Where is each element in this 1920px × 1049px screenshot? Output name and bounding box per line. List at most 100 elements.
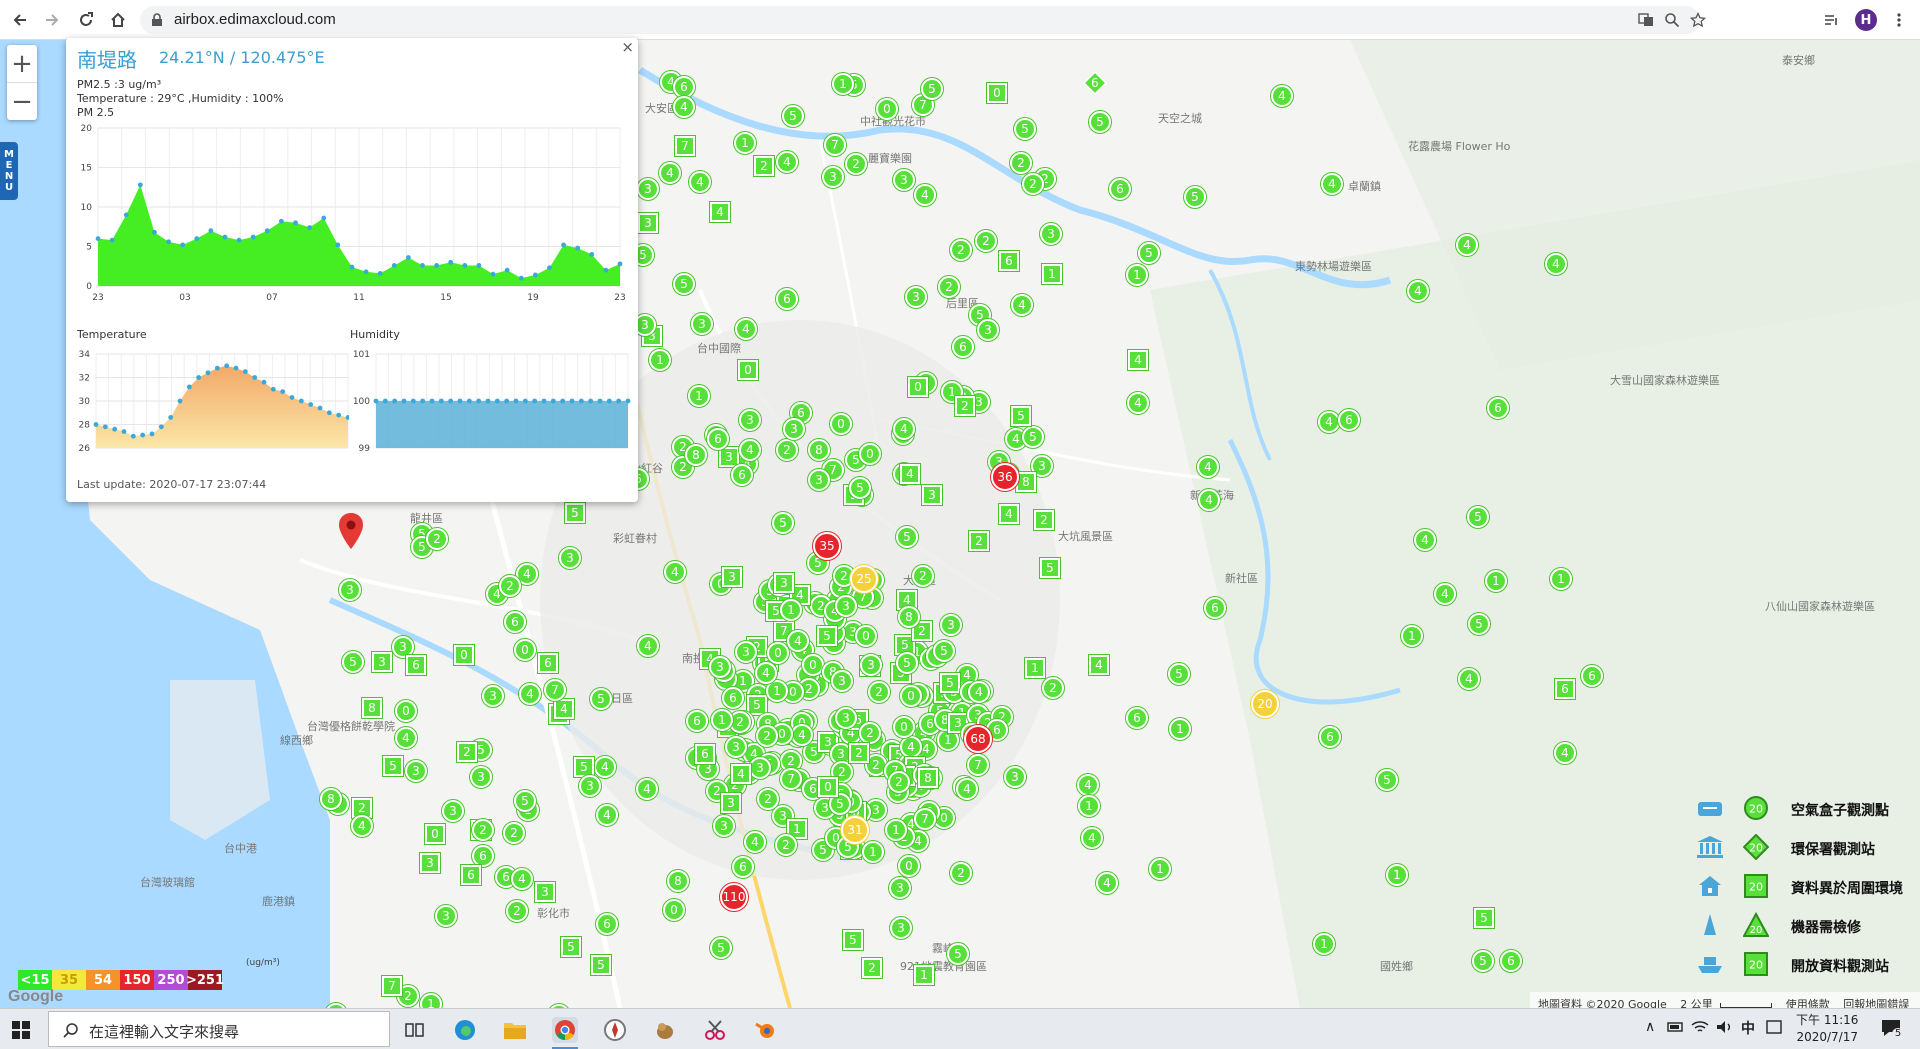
airbox-marker[interactable]: 3	[372, 652, 392, 672]
airbox-marker-high[interactable]: 110	[720, 883, 748, 911]
airbox-marker[interactable]: 7	[967, 754, 989, 776]
airbox-marker[interactable]: 4	[519, 683, 541, 705]
airbox-marker[interactable]: 6	[686, 710, 708, 732]
zoom-out-button[interactable]: −	[7, 83, 37, 120]
airbox-marker[interactable]: 4	[594, 756, 616, 778]
battery-icon[interactable]	[1667, 1019, 1685, 1035]
airbox-marker[interactable]: 4	[1458, 668, 1480, 690]
airbox-marker[interactable]: 5	[1040, 558, 1060, 578]
app-compass-icon[interactable]	[602, 1017, 628, 1043]
airbox-marker[interactable]: 2	[859, 722, 881, 744]
airbox-marker[interactable]: 3	[735, 641, 757, 663]
airbox-marker[interactable]: 5	[342, 651, 364, 673]
airbox-marker[interactable]: 4	[791, 724, 813, 746]
airbox-marker[interactable]: 1	[1126, 264, 1148, 286]
airbox-marker[interactable]: 4	[664, 561, 686, 583]
bookmark-star-icon[interactable]	[1690, 12, 1706, 28]
airbox-marker[interactable]: 5	[1474, 908, 1494, 928]
airbox-marker[interactable]: 2	[499, 575, 521, 597]
airbox-marker[interactable]: 8	[667, 870, 689, 892]
selected-station-marker[interactable]: 3	[339, 579, 361, 601]
airbox-marker[interactable]: 4	[351, 815, 373, 837]
airbox-marker[interactable]: 3	[835, 595, 857, 617]
translate-icon[interactable]	[1638, 12, 1654, 28]
airbox-marker[interactable]: 3	[579, 775, 601, 797]
airbox-marker[interactable]: 3	[725, 736, 747, 758]
airbox-marker-high[interactable]: 68	[964, 725, 992, 753]
airbox-marker[interactable]: 1	[1169, 718, 1191, 740]
airbox-marker[interactable]: 2	[888, 771, 910, 793]
airbox-marker[interactable]: 0	[514, 639, 536, 661]
airbox-marker-moderate[interactable]: 31	[841, 816, 869, 844]
airbox-marker[interactable]: 2	[776, 439, 798, 461]
airbox-marker[interactable]: 1	[1149, 858, 1171, 880]
airbox-marker[interactable]: 3	[435, 905, 457, 927]
airbox-marker[interactable]: 3	[713, 815, 735, 837]
windows-start-icon[interactable]	[12, 1021, 30, 1039]
airbox-marker[interactable]: 6	[732, 856, 754, 878]
zoom-in-button[interactable]: +	[7, 45, 37, 82]
airbox-marker[interactable]: 4	[1545, 253, 1567, 275]
airbox-marker[interactable]: 0	[830, 413, 852, 435]
airbox-marker[interactable]: 6	[695, 744, 715, 764]
notification-icon[interactable]: 5	[1880, 1017, 1904, 1041]
airbox-marker-high[interactable]: 35	[813, 532, 841, 560]
airbox-marker[interactable]: 3	[739, 409, 761, 431]
airbox-marker[interactable]: 3	[721, 793, 741, 813]
airbox-marker[interactable]: 6	[673, 76, 695, 98]
airbox-marker[interactable]: 5	[1184, 186, 1206, 208]
airbox-marker[interactable]: 4	[968, 681, 990, 703]
airbox-marker[interactable]: 6	[1555, 679, 1575, 699]
airbox-marker[interactable]: 2	[845, 153, 867, 175]
airbox-marker[interactable]: 3	[405, 760, 427, 782]
airbox-marker[interactable]: 3	[831, 670, 853, 692]
airbox-marker[interactable]: 5	[561, 937, 581, 957]
airbox-marker[interactable]: 0	[900, 685, 922, 707]
airbox-marker[interactable]: 4	[731, 764, 751, 784]
airbox-marker[interactable]: 6	[776, 288, 798, 310]
airbox-marker[interactable]: 5	[817, 626, 837, 646]
wifi-icon[interactable]	[1691, 1019, 1709, 1035]
airbox-marker[interactable]: 6	[999, 251, 1019, 271]
airbox-marker[interactable]: 3	[470, 766, 492, 788]
airbox-marker[interactable]: 7	[780, 768, 802, 790]
airbox-marker[interactable]: 1	[649, 349, 671, 371]
airbox-marker[interactable]: 4	[689, 171, 711, 193]
airbox-marker[interactable]: 2	[862, 958, 882, 978]
airbox-marker[interactable]: 2	[950, 862, 972, 884]
taskbar-search-box[interactable]: 在這裡輸入文字來搜尋	[48, 1011, 390, 1047]
airbox-marker[interactable]: 0	[395, 700, 417, 722]
airbox-marker[interactable]: 2	[775, 834, 797, 856]
airbox-marker[interactable]: 4	[511, 868, 533, 890]
airbox-marker[interactable]: 4	[1077, 774, 1099, 796]
airbox-marker[interactable]: 4	[1271, 85, 1293, 107]
airbox-marker[interactable]: 3	[808, 469, 830, 491]
airbox-marker[interactable]: 4	[1128, 350, 1148, 370]
taskbar-clock[interactable]: 下午 11:16 2020/7/17	[1796, 1012, 1858, 1046]
airbox-marker[interactable]: 3	[977, 319, 999, 341]
airbox-marker[interactable]: 6	[1338, 409, 1360, 431]
close-icon[interactable]: ×	[621, 38, 634, 56]
airbox-marker[interactable]: 3	[835, 707, 857, 729]
app-snip-icon[interactable]	[702, 1017, 728, 1043]
airbox-marker[interactable]: 5	[921, 78, 943, 100]
airbox-marker[interactable]: 3	[719, 447, 739, 467]
airbox-marker[interactable]: 4	[744, 831, 766, 853]
airbox-marker[interactable]: 8	[1016, 472, 1036, 492]
media-control-icon[interactable]	[1820, 9, 1842, 31]
airbox-marker[interactable]: 6	[472, 845, 494, 867]
airbox-marker[interactable]: 2	[426, 528, 448, 550]
address-bar[interactable]: airbox.edimaxcloud.com	[140, 6, 1706, 34]
airbox-marker[interactable]: 4	[637, 635, 659, 657]
airbox-marker[interactable]: 1	[1485, 570, 1507, 592]
airbox-marker[interactable]: 6	[1581, 665, 1603, 687]
airbox-marker[interactable]: 2	[1010, 152, 1032, 174]
airbox-marker[interactable]: 4	[1407, 280, 1429, 302]
airbox-marker[interactable]: 4	[1321, 173, 1343, 195]
airbox-marker[interactable]: 3	[691, 313, 713, 335]
airbox-marker[interactable]: 1	[1025, 658, 1045, 678]
airbox-marker[interactable]: 2	[969, 531, 989, 551]
airbox-marker[interactable]: 6	[1319, 726, 1341, 748]
airbox-marker[interactable]: 0	[987, 83, 1007, 103]
airbox-marker[interactable]: 2	[849, 743, 869, 763]
